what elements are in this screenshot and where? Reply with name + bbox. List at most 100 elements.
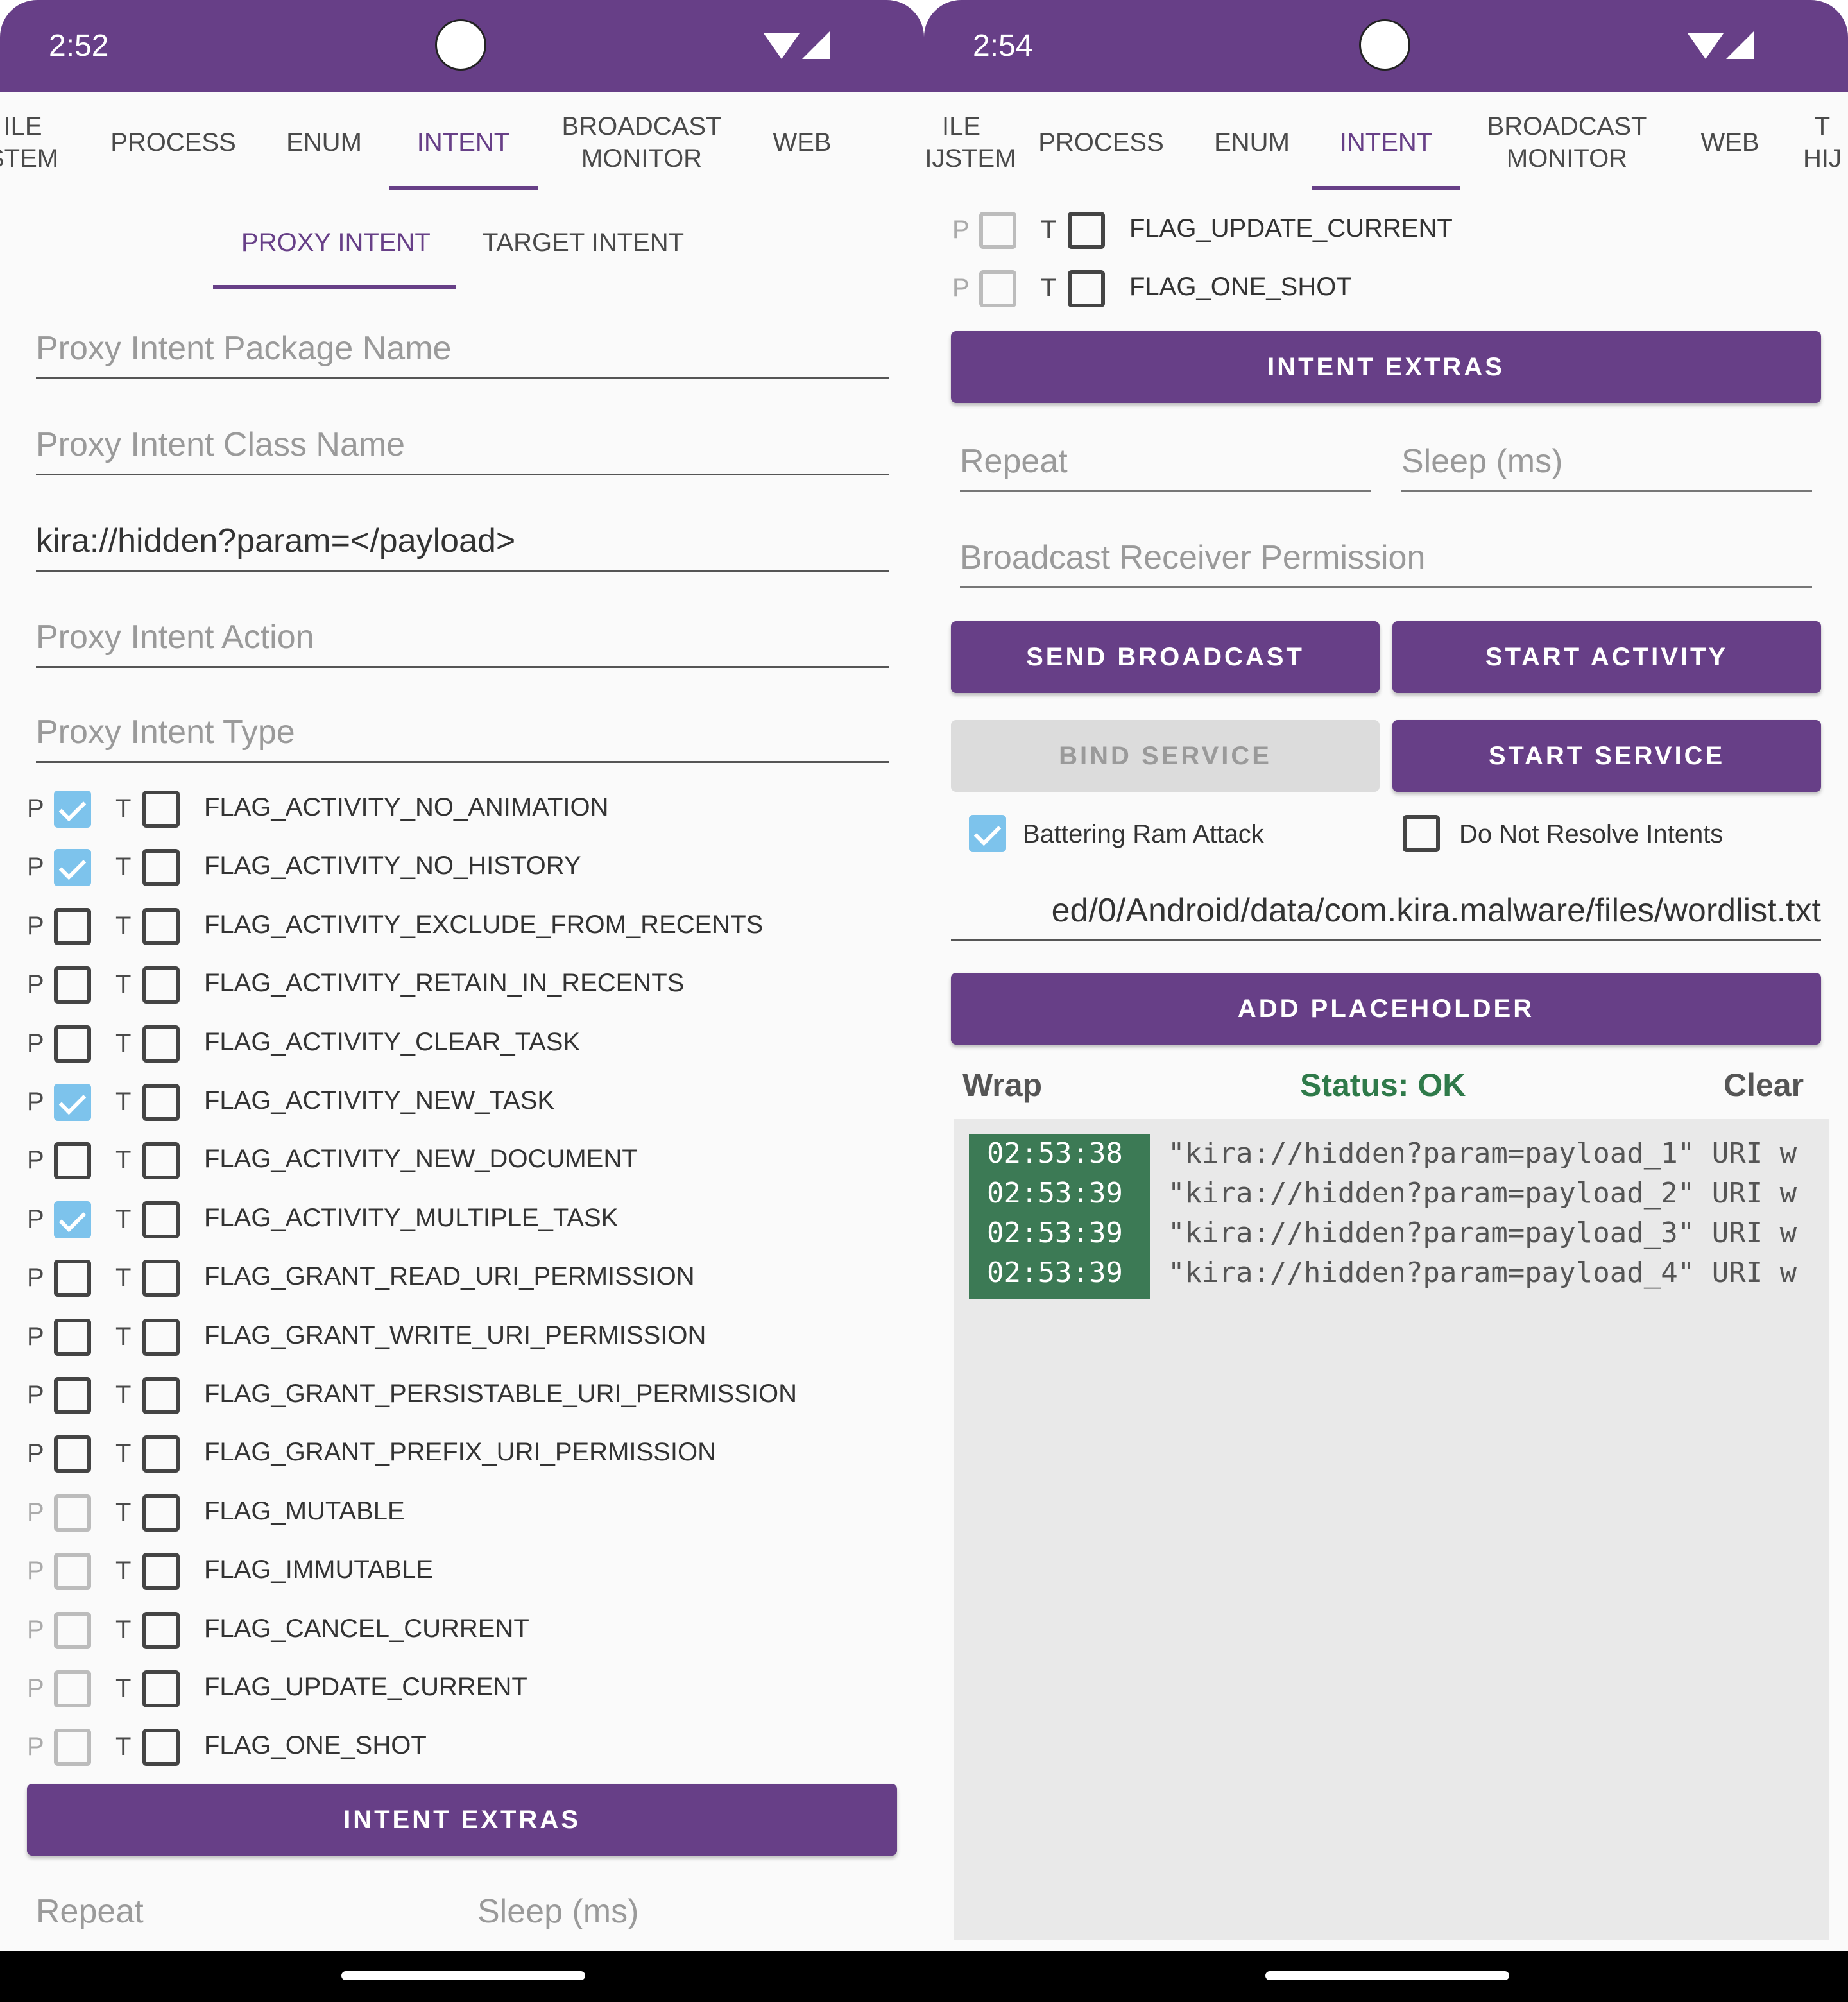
proxy-flag-checkbox[interactable]: [54, 1435, 91, 1473]
proxy-flag-checkbox[interactable]: [979, 212, 1016, 249]
target-flag-checkbox[interactable]: [142, 1318, 180, 1356]
tab-intent[interactable]: INTENT: [389, 92, 538, 193]
flag-name: FLAG_MUTABLE: [204, 1496, 405, 1525]
repeat-input[interactable]: Repeat: [36, 1889, 447, 1940]
tab-broadcast-monitor[interactable]: BROADCAST MONITOR: [1477, 92, 1657, 193]
target-flag-checkbox[interactable]: [142, 1201, 180, 1238]
proxy-flag-label: P: [27, 1498, 44, 1527]
proxy-flag-checkbox[interactable]: [54, 1025, 91, 1063]
log-timestamp: 02:53:39: [987, 1217, 1123, 1249]
tab-web[interactable]: WEB: [757, 92, 847, 193]
sleep-input[interactable]: Sleep (ms): [1401, 439, 1812, 492]
proxy-flag-checkbox[interactable]: [54, 1318, 91, 1356]
proxy-flag-checkbox[interactable]: [54, 1494, 91, 1532]
target-flag-checkbox[interactable]: [142, 1435, 180, 1473]
tab-file-system[interactable]: ILE STEM: [0, 92, 64, 193]
start-service-button[interactable]: START SERVICE: [1392, 720, 1821, 792]
flag-row: P T FLAG_MUTABLE: [0, 1492, 924, 1537]
target-flag-label: T: [116, 1439, 132, 1468]
proxy-package-name-input[interactable]: Proxy Intent Package Name: [36, 326, 889, 379]
flag-row: P T FLAG_ONE_SHOT: [924, 268, 1848, 312]
tab-enum[interactable]: ENUM: [270, 92, 379, 193]
proxy-flag-checkbox[interactable]: [54, 1611, 91, 1649]
wrap-toggle[interactable]: Wrap: [963, 1066, 1042, 1111]
clear-log-button[interactable]: Clear: [1724, 1066, 1804, 1111]
broadcast-permission-input[interactable]: Broadcast Receiver Permission: [960, 535, 1812, 588]
flag-row: P T FLAG_GRANT_WRITE_URI_PERMISSION: [0, 1316, 924, 1361]
wifi-icon: [1688, 33, 1724, 59]
target-flag-checkbox[interactable]: [142, 1084, 180, 1121]
flag-row: P T FLAG_ACTIVITY_NEW_TASK: [0, 1081, 924, 1126]
proxy-flag-checkbox[interactable]: [54, 1260, 91, 1297]
target-flag-checkbox[interactable]: [142, 1142, 180, 1180]
tab-hijack[interactable]: T HIJ: [1803, 92, 1848, 193]
tab-web[interactable]: WEB: [1685, 92, 1775, 193]
log-message: "kira://hidden?param=payload_1" URI w: [1168, 1137, 1797, 1170]
home-gesture-handle[interactable]: [1265, 1971, 1509, 1980]
log-message: "kira://hidden?param=payload_3" URI w: [1168, 1217, 1797, 1249]
proxy-flag-checkbox[interactable]: [54, 1729, 91, 1767]
target-flag-checkbox[interactable]: [142, 791, 180, 828]
target-flag-checkbox[interactable]: [142, 1025, 180, 1063]
flag-row: P T FLAG_ACTIVITY_RETAIN_IN_RECENTS: [0, 964, 924, 1009]
subtab-proxy-intent[interactable]: PROXY INTENT: [241, 228, 431, 257]
target-flag-checkbox[interactable]: [142, 849, 180, 887]
battering-ram-checkbox[interactable]: [969, 815, 1006, 852]
proxy-flag-checkbox[interactable]: [54, 791, 91, 828]
log-output[interactable]: 02:53:38 02:53:39 02:53:39 02:53:39 "kir…: [954, 1119, 1829, 1940]
repeat-input[interactable]: Repeat: [960, 439, 1371, 492]
tab-process[interactable]: PROCESS: [1031, 92, 1172, 193]
sleep-input[interactable]: Sleep (ms): [477, 1889, 888, 1940]
proxy-data-uri-input[interactable]: kira://hidden?param=</payload>: [36, 518, 889, 572]
target-flag-checkbox[interactable]: [142, 907, 180, 945]
proxy-flag-checkbox[interactable]: [54, 1201, 91, 1238]
proxy-class-name-input[interactable]: Proxy Intent Class Name: [36, 422, 889, 475]
tab-file-system[interactable]: ILE HIJSTEM: [924, 92, 1016, 193]
target-flag-label: T: [1041, 216, 1057, 244]
send-broadcast-button[interactable]: SEND BROADCAST: [951, 621, 1380, 693]
proxy-action-input[interactable]: Proxy Intent Action: [36, 615, 889, 668]
bind-service-button[interactable]: BIND SERVICE: [951, 720, 1380, 792]
subtab-target-intent[interactable]: TARGET INTENT: [483, 228, 684, 257]
flag-row: P T FLAG_ACTIVITY_NO_ANIMATION: [0, 788, 924, 833]
proxy-flag-checkbox[interactable]: [54, 1553, 91, 1591]
target-flag-checkbox[interactable]: [142, 1260, 180, 1297]
target-flag-checkbox[interactable]: [142, 1377, 180, 1414]
proxy-flag-label: P: [27, 1204, 44, 1233]
tab-process[interactable]: PROCESS: [103, 92, 244, 193]
target-flag-checkbox[interactable]: [142, 966, 180, 1004]
target-flag-checkbox[interactable]: [1068, 212, 1105, 249]
intent-extras-button[interactable]: INTENT EXTRAS: [951, 331, 1821, 403]
flag-name: FLAG_ONE_SHOT: [1129, 273, 1352, 302]
proxy-flag-checkbox[interactable]: [979, 270, 1016, 308]
tab-intent[interactable]: INTENT: [1312, 92, 1460, 193]
proxy-flag-checkbox[interactable]: [54, 1084, 91, 1121]
proxy-type-input[interactable]: Proxy Intent Type: [36, 710, 889, 763]
target-flag-checkbox[interactable]: [142, 1729, 180, 1767]
target-flag-checkbox[interactable]: [1068, 270, 1105, 308]
home-gesture-handle[interactable]: [341, 1971, 585, 1980]
target-flag-checkbox[interactable]: [142, 1670, 180, 1707]
proxy-flag-checkbox[interactable]: [54, 849, 91, 887]
proxy-flag-label: P: [27, 1439, 44, 1468]
add-placeholder-button[interactable]: ADD PLACEHOLDER: [951, 973, 1821, 1045]
proxy-flag-checkbox[interactable]: [54, 1670, 91, 1707]
target-flag-checkbox[interactable]: [142, 1494, 180, 1532]
target-flag-checkbox[interactable]: [142, 1553, 180, 1591]
proxy-flag-checkbox[interactable]: [54, 1142, 91, 1180]
start-activity-button[interactable]: START ACTIVITY: [1392, 621, 1821, 693]
proxy-flag-checkbox[interactable]: [54, 966, 91, 1004]
target-flag-label: T: [116, 1204, 132, 1233]
target-flag-checkbox[interactable]: [142, 1611, 180, 1649]
tab-broadcast-monitor[interactable]: BROADCAST MONITOR: [552, 92, 732, 193]
proxy-flag-checkbox[interactable]: [54, 1377, 91, 1414]
do-not-resolve-checkbox[interactable]: [1403, 815, 1440, 852]
flag-name: FLAG_UPDATE_CURRENT: [1129, 214, 1453, 243]
proxy-flag-checkbox[interactable]: [54, 907, 91, 945]
proxy-flag-label: P: [27, 970, 44, 999]
flag-row: P T FLAG_GRANT_READ_URI_PERMISSION: [0, 1257, 924, 1302]
intent-extras-button[interactable]: INTENT EXTRAS: [27, 1784, 897, 1856]
wordlist-path-input[interactable]: ed/0/Android/data/com.kira.malware/files…: [951, 888, 1821, 941]
flag-name: FLAG_GRANT_PREFIX_URI_PERMISSION: [204, 1438, 716, 1467]
tab-enum[interactable]: ENUM: [1197, 92, 1306, 193]
